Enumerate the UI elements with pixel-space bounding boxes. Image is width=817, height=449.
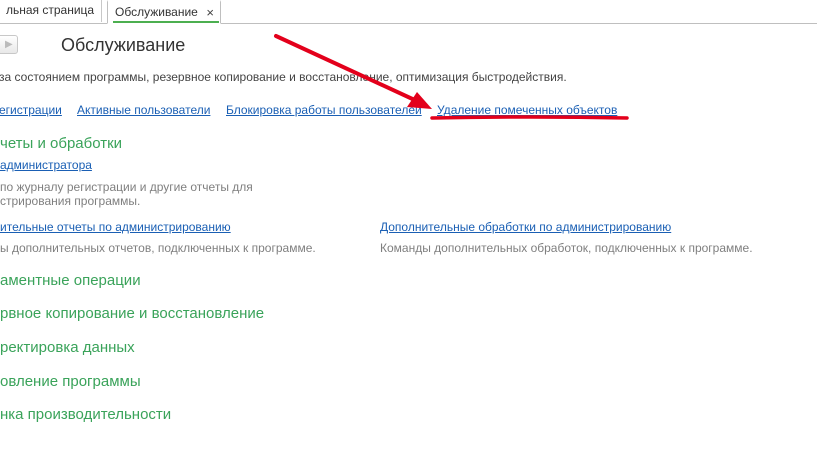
- extra-processing-desc: Команды дополнительных обработок, подклю…: [380, 241, 753, 255]
- extra-reports-desc: ы дополнительных отчетов, подключенных к…: [0, 241, 316, 255]
- admin-reports-desc-line2: стрирования программы.: [0, 194, 141, 208]
- admin-reports-desc-line1: по журналу регистрации и другие отчеты д…: [0, 180, 253, 194]
- extra-processing-link[interactable]: Дополнительные обработки по администриро…: [380, 220, 671, 234]
- section-performance-evaluation[interactable]: нка производительности: [0, 406, 171, 423]
- arrow-right-icon: ▶: [5, 39, 13, 50]
- admin-reports-link[interactable]: администратора: [0, 158, 92, 172]
- section-program-update[interactable]: овление программы: [0, 373, 141, 390]
- registration-log-link[interactable]: егистрации: [0, 103, 62, 117]
- section-regulatory-operations[interactable]: аментные операции: [0, 272, 141, 289]
- delete-marked-objects-link[interactable]: Удаление помеченных объектов: [437, 103, 617, 117]
- section-reports-heading[interactable]: четы и обработки: [0, 135, 122, 152]
- annotation-arrow-shaft: [274, 34, 421, 104]
- tab-bar: льная страница Обслуживание ×: [0, 0, 817, 24]
- active-users-link[interactable]: Активные пользователи: [77, 103, 210, 117]
- section-data-correction[interactable]: ректировка данных: [0, 339, 135, 356]
- page-title: Обслуживание: [61, 35, 186, 55]
- tab-maintenance-label: Обслуживание: [115, 5, 198, 19]
- annotation-underline: [430, 115, 629, 120]
- active-tab-indicator: [113, 21, 219, 23]
- extra-reports-link[interactable]: ительные отчеты по администрированию: [0, 220, 231, 234]
- section-backup-restore[interactable]: рвное копирование и восстановление: [0, 305, 264, 322]
- forward-button[interactable]: ▶: [0, 35, 18, 54]
- block-users-link[interactable]: Блокировка работы пользователей: [226, 103, 422, 117]
- page-description: за состоянием программы, резервное копир…: [0, 70, 567, 84]
- tab-home-page-label: льная страница: [6, 3, 95, 17]
- close-icon[interactable]: ×: [206, 2, 214, 23]
- tab-home-page[interactable]: льная страница: [0, 0, 102, 22]
